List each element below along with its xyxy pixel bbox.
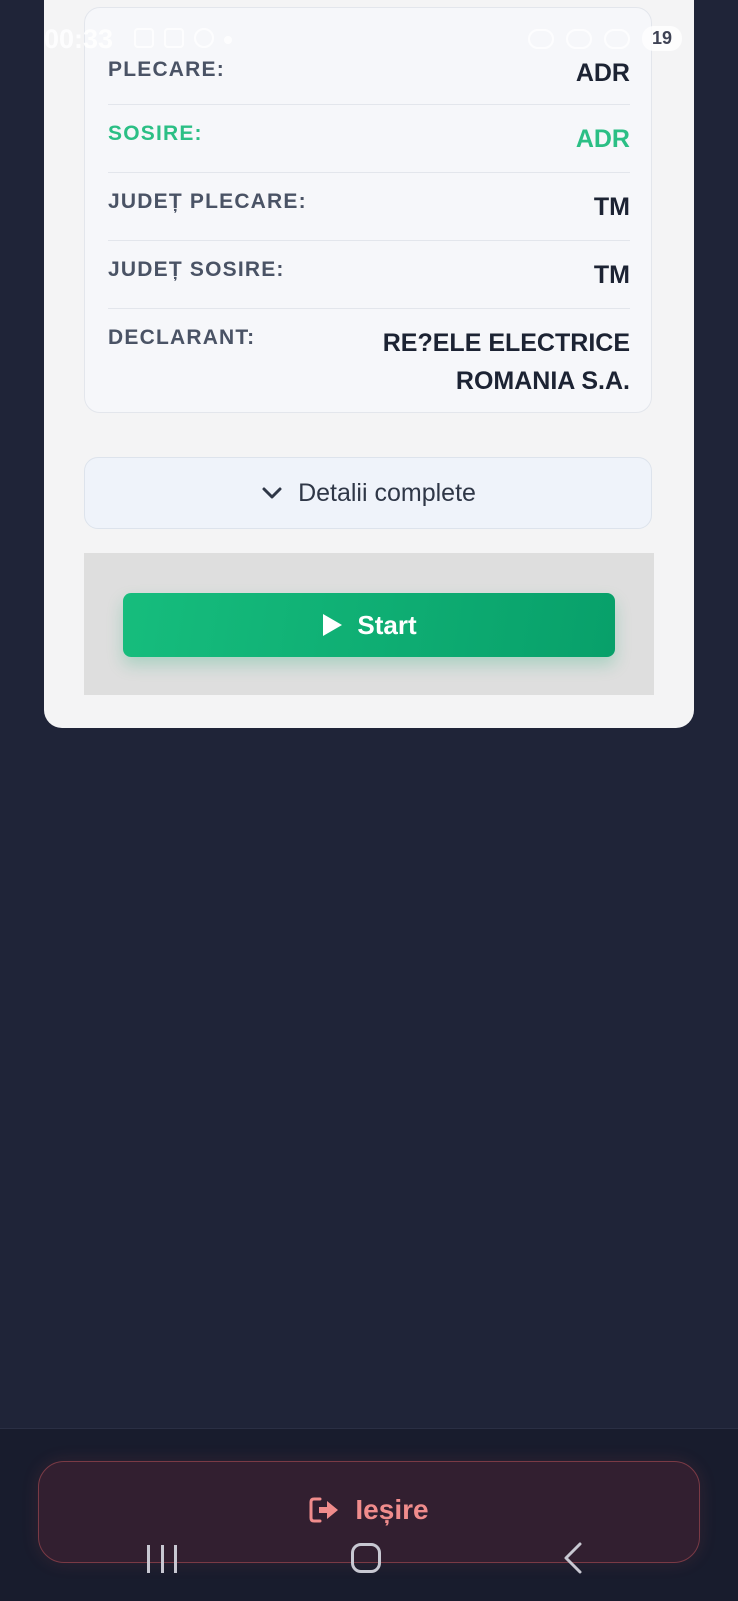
row-sosire: SOSIRE: ADR [108,104,630,173]
message-icon [164,28,184,48]
row-label: SOSIRE: [108,122,203,145]
row-value: TM [593,261,630,289]
system-nav-bar [0,1535,738,1575]
more-notifications-icon [224,36,232,44]
wifi-icon [603,28,630,49]
start-area: Start [84,553,654,695]
chevron-down-icon [262,487,282,499]
mute-icon [565,28,592,49]
notification-icons [134,28,232,48]
row-declarant: DECLARANT: RE?ELE ELECTRICE ROMANIA S.A. [108,308,630,408]
route-card: PLECARE: ADR SOSIRE: ADR JUDEȚ PLECARE: … [44,0,694,728]
key-icon [527,28,554,49]
details-button-label: Detalii complete [298,478,476,507]
battery-icon: 19 [641,26,682,51]
start-button[interactable]: Start [123,593,615,657]
start-button-label: Start [357,609,417,640]
details-button[interactable]: Detalii complete [84,457,652,529]
row-label: JUDEȚ PLECARE: [108,190,307,213]
row-judet-plecare: JUDEȚ PLECARE: TM [108,172,630,241]
sign-out-icon [309,1497,339,1523]
row-label: DECLARANT: [108,326,256,349]
status-bar: 00:33 19 [0,0,738,80]
exit-button-label: Ieșire [355,1494,429,1525]
notification-icon [134,28,154,48]
row-value: RE?ELE ELECTRICE ROMANIA S.A. [383,324,630,400]
recent-apps-icon[interactable] [147,1545,177,1573]
home-icon[interactable] [351,1543,381,1573]
status-time: 00:33 [44,24,114,54]
bottom-bar: Ieșire [0,1428,738,1601]
row-value: ADR [575,125,630,153]
row-judet-sosire: JUDEȚ SOSIRE: TM [108,240,630,309]
row-value: TM [593,193,630,221]
back-icon[interactable] [560,1541,586,1575]
whatsapp-icon [194,28,214,48]
declarant-line-1: RE?ELE ELECTRICE [382,329,630,357]
play-icon [323,614,343,636]
row-label: JUDEȚ SOSIRE: [108,258,285,281]
system-icons: 19 [527,26,682,51]
declarant-line-2: ROMANIA S.A. [455,367,630,395]
